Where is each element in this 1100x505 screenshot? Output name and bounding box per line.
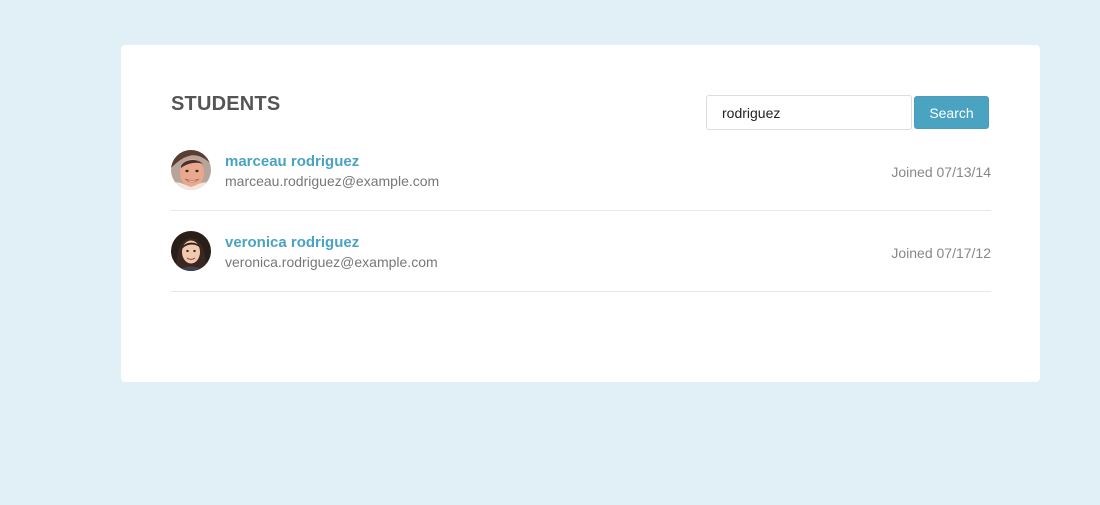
person-avatar-icon[interactable] [171, 231, 211, 271]
list-item: marceau rodriguez marceau.rodriguez@exam… [171, 130, 991, 211]
student-name-link[interactable]: marceau rodriguez [225, 153, 359, 170]
page-title: STUDENTS [171, 93, 281, 115]
students-card: STUDENTS Search marceau rodriguez marcea… [121, 45, 1040, 382]
student-name-link[interactable]: veronica rodriguez [225, 234, 359, 251]
student-email: marceau.rodriguez@example.com [225, 173, 440, 189]
list-item: veronica rodriguez veronica.rodriguez@ex… [171, 211, 991, 292]
search-button[interactable]: Search [914, 96, 989, 129]
student-email: veronica.rodriguez@example.com [225, 254, 438, 270]
student-list: marceau rodriguez marceau.rodriguez@exam… [171, 130, 991, 292]
search-input[interactable] [706, 95, 912, 130]
joined-date: Joined 07/13/14 [891, 164, 991, 180]
person-avatar-icon[interactable] [171, 150, 211, 190]
joined-date: Joined 07/17/12 [891, 245, 991, 261]
